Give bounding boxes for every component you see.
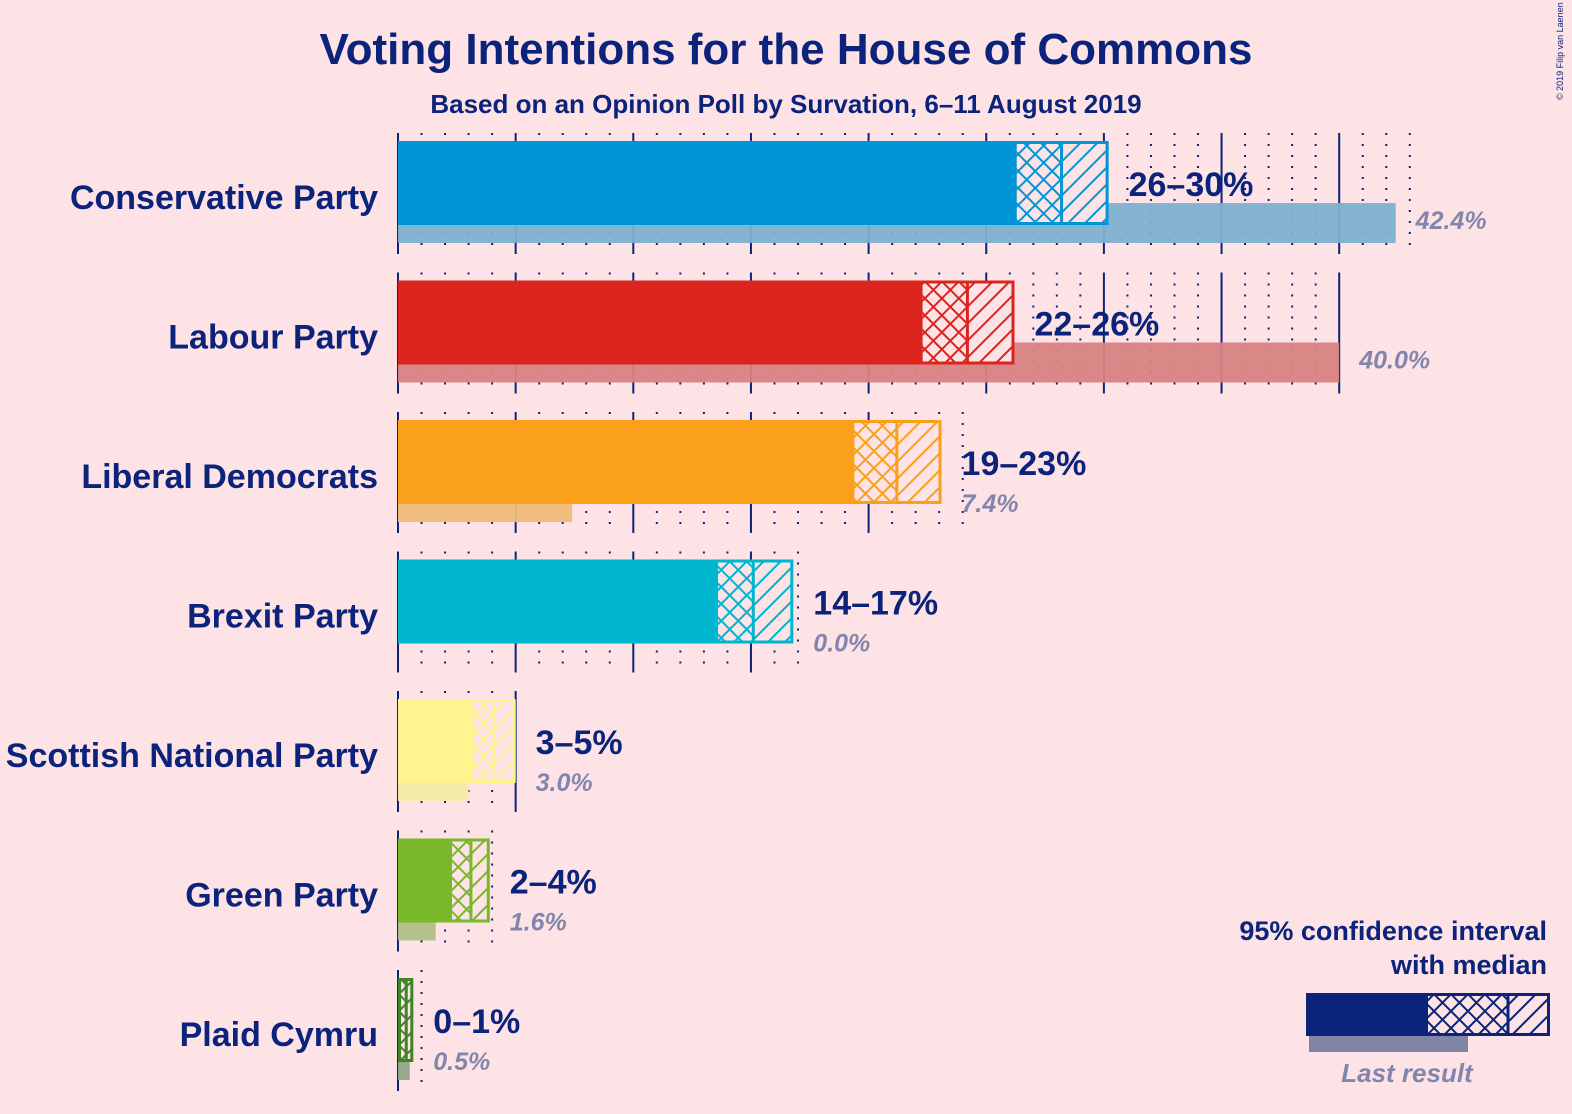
ci-bar-low-part — [398, 699, 474, 783]
copyright: © 2019 Filip van Laenen — [1555, 2, 1565, 100]
party-label: Labour Party — [168, 319, 378, 357]
range-label: 3–5% — [536, 724, 623, 762]
ci-bar-low-part — [398, 280, 923, 365]
legend-title-line1: 95% confidence interval — [1239, 916, 1547, 946]
party-label: Conservative Party — [70, 179, 378, 217]
party-label: Brexit Party — [187, 598, 378, 636]
last-result-label: 0.0% — [813, 630, 870, 658]
legend-ci-lower — [1428, 995, 1508, 1034]
ci-bar-upper-interval — [896, 422, 942, 502]
legend: 95% confidence interval with median Last… — [1239, 916, 1550, 1088]
chart-subtitle: Based on an Opinion Poll by Survation, 6… — [430, 89, 1141, 119]
ci-bar-lower-interval — [1016, 143, 1062, 223]
ci-bar-low-part — [398, 420, 855, 504]
range-label: 22–26% — [1034, 306, 1159, 344]
range-label: 19–23% — [962, 445, 1087, 483]
ci-bar-lower-interval — [922, 282, 968, 363]
chart-title: Voting Intentions for the House of Commo… — [320, 25, 1253, 74]
party-row: Labour Party 22–26% 40.0% — [168, 272, 1430, 394]
range-label: 2–4% — [510, 864, 597, 902]
ci-bar-lower-interval — [718, 561, 754, 642]
legend-title-line2: with median — [1390, 950, 1547, 980]
range-label: 0–1% — [433, 1003, 520, 1041]
ci-bar-upper-interval — [753, 561, 794, 642]
legend-ci-low — [1306, 993, 1428, 1036]
ci-bar-upper-interval — [494, 701, 516, 781]
ci-bar-upper-interval — [1061, 143, 1109, 223]
last-result-label: 0.5% — [433, 1048, 490, 1076]
ci-bar-lower-interval — [854, 422, 897, 502]
party-row: Conservative Party 26–30% 42.4% — [70, 133, 1487, 254]
legend-last-result-label: Last result — [1341, 1058, 1474, 1088]
party-row: Scottish National Party 3–5% 3.0% — [6, 691, 623, 812]
party-row: Green Party 2–4% 1.6% — [185, 830, 597, 952]
last-result-label: 42.4% — [1415, 207, 1487, 235]
party-row: Liberal Democrats 19–23% 7.4% — [81, 412, 1086, 533]
ci-bar-lower-interval — [452, 840, 471, 921]
party-label: Green Party — [185, 877, 378, 915]
range-label: 26–30% — [1129, 166, 1254, 204]
party-label: Liberal Democrats — [81, 458, 378, 496]
party-row: Plaid Cymru 0–1% 0.5% — [180, 970, 520, 1091]
legend-ci-upper — [1508, 995, 1548, 1034]
ci-bar-low-part — [398, 838, 453, 923]
last-result-label: 3.0% — [536, 769, 593, 797]
chart: Voting Intentions for the House of Commo… — [6, 2, 1565, 1091]
ci-bar-upper-interval — [967, 282, 1015, 363]
ci-bar-lower-interval — [473, 701, 495, 781]
party-label: Plaid Cymru — [180, 1016, 378, 1054]
last-result-label: 40.0% — [1358, 347, 1430, 375]
party-label: Scottish National Party — [6, 737, 378, 775]
last-result-label: 1.6% — [510, 909, 567, 937]
last-result-label: 7.4% — [962, 490, 1019, 518]
ci-bar-low-part — [398, 141, 1017, 225]
range-label: 14–17% — [813, 585, 938, 623]
party-row: Brexit Party 14–17% 0.0% — [187, 551, 938, 673]
ci-bar-low-part — [398, 559, 719, 644]
